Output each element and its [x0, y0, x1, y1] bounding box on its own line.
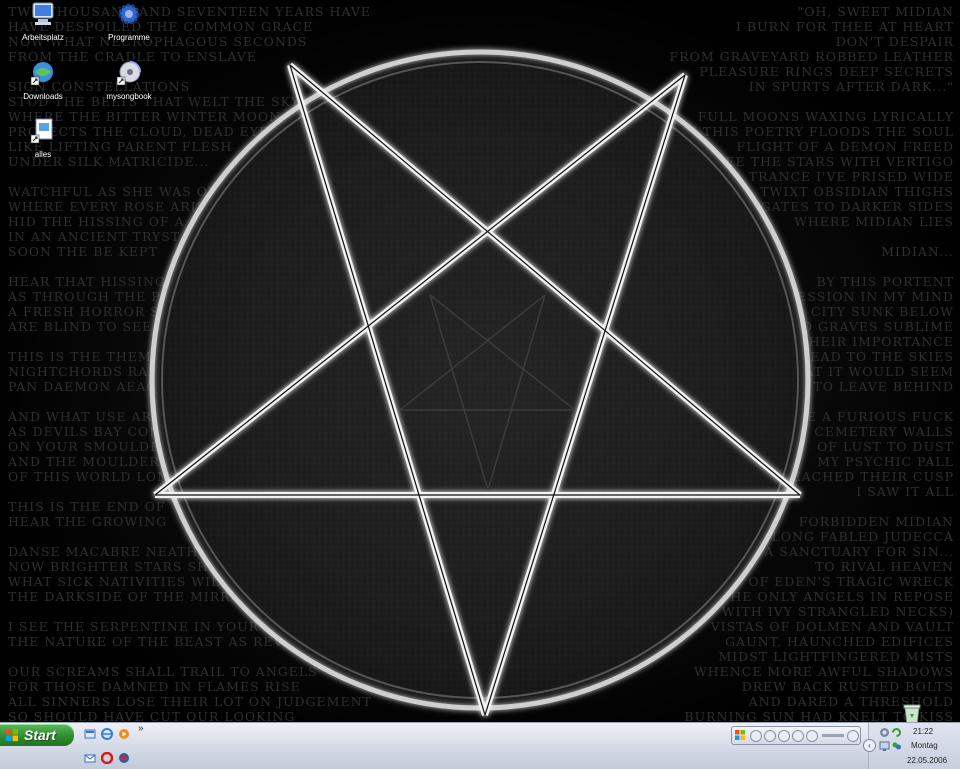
windows-logo-icon: [735, 730, 745, 740]
taskbar: Start » ‹ 21:22 Montag 22.05.2006: [0, 722, 960, 769]
desktop-icon-mysongbook[interactable]: mysongbook: [89, 60, 169, 104]
desktop-icon-label: Programme: [108, 33, 150, 42]
display-tray-icon[interactable]: [879, 741, 890, 752]
media-player-toolbar[interactable]: [731, 726, 861, 745]
quick-launch-chevron[interactable]: »: [138, 723, 144, 734]
my-computer-icon: [32, 2, 54, 25]
desktop-wallpaper: TWO THOUSAND AND SEVENTEEN YEARS HAVE HA…: [0, 0, 960, 722]
desktop-icon-programme[interactable]: Programme: [89, 1, 169, 45]
clock-day: Montag: [911, 741, 938, 750]
desktop-icon-label: Arbeitsplatz: [22, 33, 64, 42]
desktop-icon-label: mysongbook: [106, 92, 152, 101]
desktop-icon-label: alles: [34, 150, 52, 159]
start-button[interactable]: Start: [0, 724, 74, 746]
desktop-icon-alles[interactable]: alles: [3, 118, 83, 162]
start-label: Start: [24, 727, 56, 743]
media-stop-button[interactable]: [764, 730, 776, 742]
update-tray-icon[interactable]: [891, 727, 902, 738]
windows-flag-icon: [6, 729, 18, 741]
media-player-icon[interactable]: [118, 728, 130, 740]
mysongbook-disc-icon: [116, 61, 141, 86]
volume-slider[interactable]: [822, 734, 844, 737]
messenger-tray-icon[interactable]: [891, 741, 902, 752]
real-player-icon[interactable]: [118, 752, 130, 764]
media-previous-button[interactable]: [778, 730, 790, 742]
desktop-icon-label: Downloads: [23, 92, 63, 101]
file-shortcut-icon: [30, 118, 53, 144]
media-next-button[interactable]: [792, 730, 804, 742]
system-tray: ‹ 21:22 Montag 22.05.2006: [863, 723, 960, 769]
media-mute-button[interactable]: [806, 730, 818, 742]
clock-time[interactable]: 21:22: [913, 727, 933, 736]
desktop-icon-downloads[interactable]: Downloads: [3, 60, 83, 104]
downloads-shortcut-icon: [30, 62, 53, 86]
media-pause-button[interactable]: [750, 730, 762, 742]
pentagram-graphic: [149, 49, 811, 716]
programs-gear-icon: [118, 3, 140, 25]
desktop-icon-arbeitsplatz[interactable]: Arbeitsplatz: [3, 1, 83, 45]
show-desktop-icon[interactable]: [84, 728, 96, 740]
tray-expand-chevron-icon[interactable]: ‹: [863, 739, 876, 752]
outlook-icon[interactable]: [84, 752, 96, 764]
opera-icon[interactable]: [101, 752, 113, 764]
internet-explorer-icon[interactable]: [101, 728, 113, 740]
network-tray-icon[interactable]: [879, 727, 890, 738]
media-restore-button[interactable]: [847, 730, 859, 742]
clock-date: 22.05.2006: [907, 756, 948, 765]
